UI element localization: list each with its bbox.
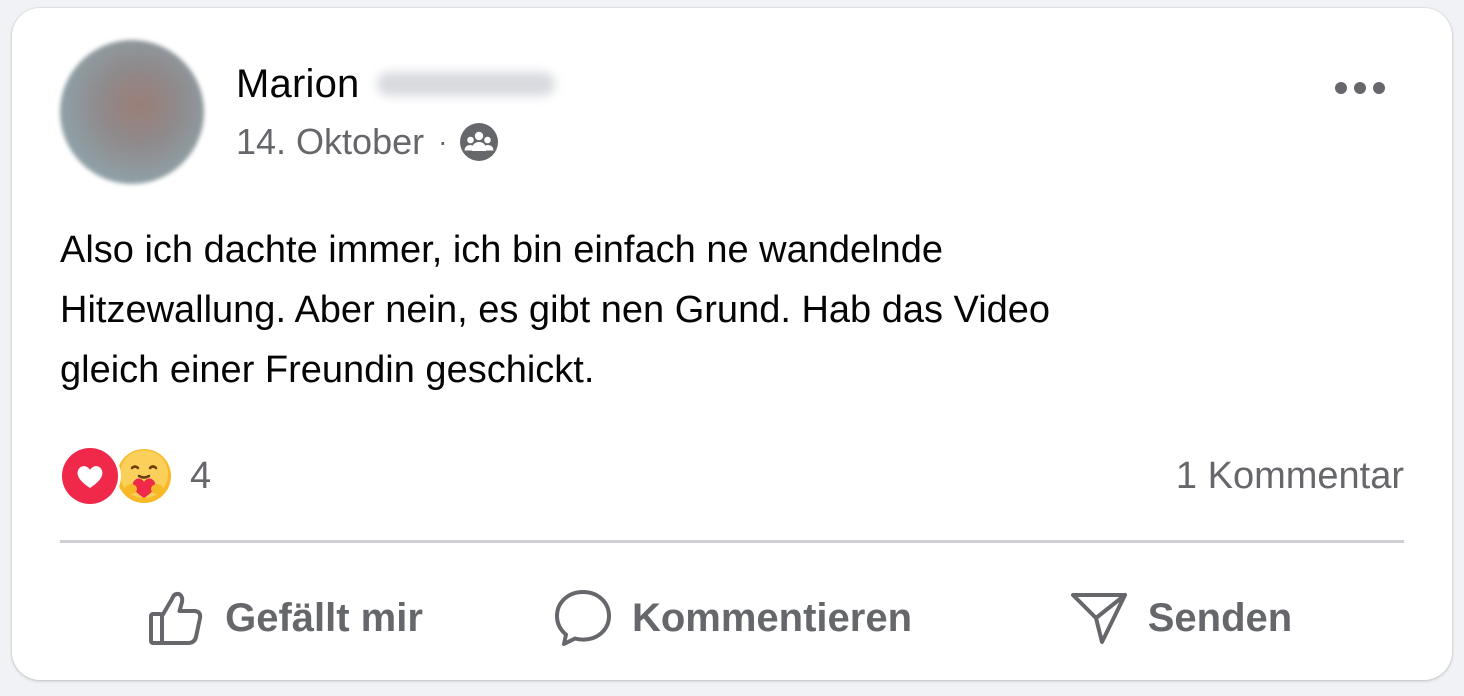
like-button-label: Gefällt mir <box>225 595 423 640</box>
like-button[interactable]: Gefällt mir <box>60 573 508 663</box>
love-reaction-icon <box>62 448 118 504</box>
post-text: Also ich dachte immer, ich bin einfach n… <box>60 229 1051 391</box>
care-reaction-icon <box>116 448 172 504</box>
comment-button[interactable]: Kommentieren <box>508 573 956 663</box>
more-options-button[interactable] <box>1324 66 1396 110</box>
more-horizontal-icon <box>1335 82 1385 94</box>
send-icon <box>1068 587 1130 649</box>
reaction-count[interactable]: 4 <box>190 455 211 498</box>
post-card: Marion 14. Oktober · Also ich dachte imm… <box>12 8 1452 680</box>
comment-count-link[interactable]: 1 Kommentar <box>1176 448 1404 504</box>
redacted-surname <box>377 72 556 96</box>
author-row: Marion <box>236 60 556 108</box>
post-date[interactable]: 14. Oktober <box>236 121 424 163</box>
comment-bubble-icon <box>552 587 614 649</box>
post-meta: 14. Oktober · <box>236 120 499 164</box>
friends-group-icon[interactable] <box>459 122 499 162</box>
post-actions: Gefällt mir Kommentieren Senden <box>60 573 1404 663</box>
reactions-summary[interactable]: 4 <box>60 446 211 506</box>
comment-button-label: Kommentieren <box>631 595 913 640</box>
avatar[interactable] <box>60 40 204 184</box>
thumbs-up-icon <box>145 587 207 649</box>
reaction-icons <box>60 446 172 506</box>
send-button[interactable]: Senden <box>956 573 1404 663</box>
send-button-label: Senden <box>1147 595 1293 640</box>
author-name[interactable]: Marion <box>236 62 359 107</box>
divider <box>60 540 1404 543</box>
meta-separator: · <box>438 126 448 157</box>
